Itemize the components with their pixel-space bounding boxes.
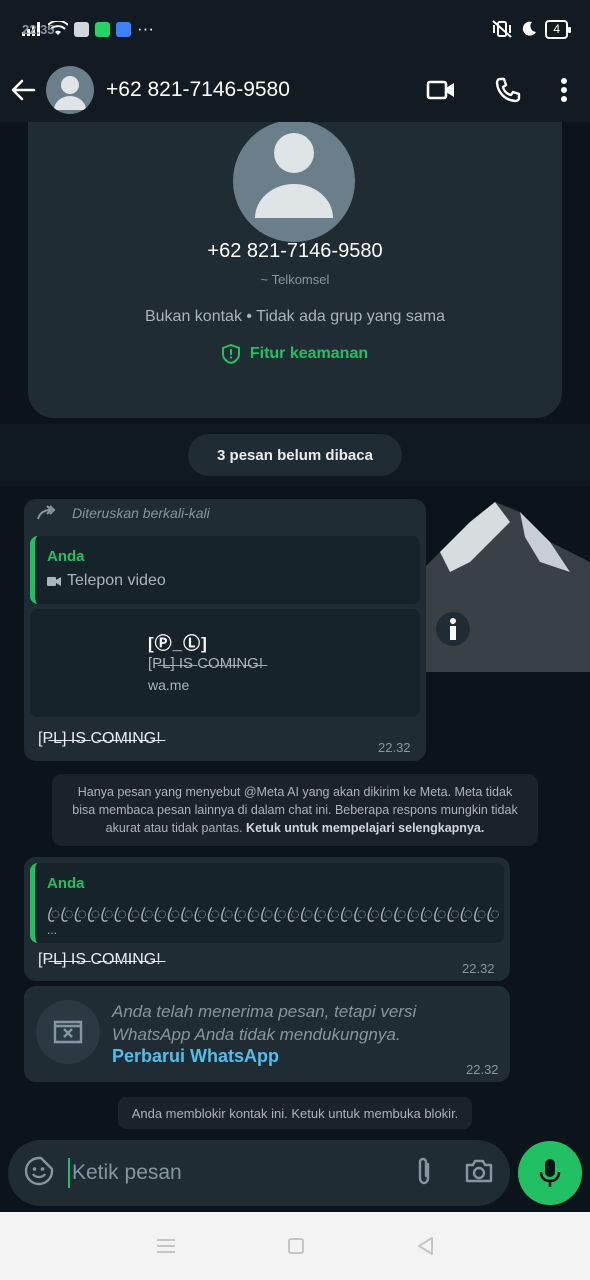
quoted-text: ꦿꦿꦿꦿꦿꦿꦿꦿꦿꦿꦿꦿꦿꦿꦿꦿꦿꦿꦿꦿꦿꦿꦿꦿꦿꦿꦿꦿꦿꦿꦿꦿꦿꦿꦿꦿꦿꦿꦿꦿ… — [47, 906, 499, 923]
profile-name: +62 821-7146-9580 — [207, 240, 383, 262]
status-bar: 22.35 ··· 4 — [0, 0, 590, 58]
quoted-author: Anda — [47, 875, 85, 892]
message-bubble[interactable]: Diteruskan berkali-kali Anda Telepon vid… — [24, 499, 426, 761]
video-call-icon[interactable] — [426, 79, 456, 101]
back-nav-icon[interactable] — [416, 1236, 434, 1256]
arrow-left-icon — [11, 79, 36, 101]
message-bubble[interactable]: Anda ꦿꦿꦿꦿꦿꦿꦿꦿꦿꦿꦿꦿꦿꦿꦿꦿꦿꦿꦿꦿꦿꦿꦿꦿꦿꦿꦿꦿꦿꦿꦿꦿꦿꦿꦿ… — [24, 857, 510, 981]
quoted-text: Telepon video — [67, 572, 166, 589]
message-composer: Ketik pesan — [8, 1140, 510, 1206]
meta-ai-learn-more[interactable]: Ketuk untuk mempelajari selengkapnya. — [246, 821, 484, 835]
quoted-content: Telepon video — [47, 572, 166, 590]
wallpaper-mountain — [400, 502, 590, 672]
profile-avatar — [233, 122, 355, 242]
default-avatar-icon — [255, 133, 333, 218]
battery-icon: 4 — [545, 19, 571, 39]
emoji-button[interactable] — [24, 1156, 54, 1191]
moon-icon — [523, 21, 537, 36]
microphone-icon — [539, 1159, 561, 1187]
status-right-icons: 4 — [491, 19, 571, 39]
contact-avatar[interactable] — [46, 66, 94, 114]
attach-button[interactable] — [414, 1156, 434, 1191]
quoted-more: ... — [47, 923, 58, 937]
paperclip-icon — [418, 1157, 430, 1184]
message-text: [P̶L̶]̶ I̶S̶ C̶O̶M̶I̶N̶G̶!̶ — [38, 730, 161, 747]
profile-info: Bukan kontak • Tidak ada grup yang sama — [144, 308, 445, 325]
contact-title[interactable]: +62 821-7146-9580 — [106, 78, 290, 102]
info-button[interactable] — [436, 612, 470, 646]
message-text: [P̶L̶]̶ I̶S̶ C̶O̶M̶I̶N̶G̶!̶ — [38, 951, 161, 968]
unsupported-message-bubble[interactable]: Anda telah menerima pesan, tetapi versi … — [24, 986, 510, 1082]
app-blue-notification-icon — [116, 21, 131, 37]
back-button[interactable] — [0, 79, 46, 101]
whatsapp-notification-icon — [95, 21, 110, 37]
message-time: 22.32 — [466, 1062, 499, 1077]
phone-call-icon[interactable] — [494, 76, 522, 104]
unsupported-message-icon — [53, 1020, 83, 1044]
voice-message-button[interactable] — [518, 1141, 582, 1205]
security-label: Fitur keamanan — [249, 345, 369, 362]
vibrate-icon — [492, 20, 512, 38]
quoted-message[interactable]: Anda ꦿꦿꦿꦿꦿꦿꦿꦿꦿꦿꦿꦿꦿꦿꦿꦿꦿꦿꦿꦿꦿꦿꦿꦿꦿꦿꦿꦿꦿꦿꦿꦿꦿꦿꦿ… — [30, 863, 504, 943]
video-camera-icon — [47, 576, 61, 586]
security-features-link[interactable]: Fitur keamanan — [28, 344, 562, 364]
message-time: 22.32 — [378, 740, 411, 755]
default-avatar-icon — [54, 76, 86, 110]
contact-info-card: +62 821-7146-9580 ~ Telkomsel Bukan kont… — [28, 122, 562, 418]
link-preview-domain: wa.me — [148, 677, 190, 693]
header-actions — [426, 76, 568, 104]
shield-icon — [221, 344, 240, 364]
blocked-contact-notice[interactable]: Anda memblokir kontak ini. Ketuk untuk m… — [118, 1097, 472, 1129]
camera-icon — [465, 1159, 493, 1182]
sticker-emoji-icon — [24, 1156, 54, 1185]
unsupported-icon-wrap — [36, 1000, 100, 1064]
camera-button[interactable] — [464, 1158, 494, 1189]
message-input[interactable]: Ketik pesan — [68, 1158, 414, 1188]
chat-area[interactable]: +62 821-7146-9580 ~ Telkomsel Bukan kont… — [0, 122, 590, 1212]
link-preview-title: [Ⓟ_Ⓛ] — [148, 634, 208, 653]
meta-ai-notice[interactable]: Hanya pesan yang menyebut @Meta AI yang … — [52, 774, 538, 846]
message-time: 22.32 — [462, 961, 495, 976]
profile-carrier: ~ Telkomsel — [260, 272, 330, 287]
app-notification-icon — [74, 21, 89, 37]
system-nav-bar — [0, 1212, 590, 1280]
more-vert-icon[interactable] — [560, 77, 568, 103]
quoted-author: Anda — [47, 548, 85, 565]
status-time: 22.35 — [22, 21, 55, 37]
forwarded-text: Diteruskan berkali-kali — [72, 505, 210, 521]
link-preview[interactable]: [Ⓟ_Ⓛ] [P̶L̶]̶ I̶S̶ C̶O̶M̶I̶N̶G̶!̶ wa.me — [30, 609, 420, 717]
update-whatsapp-link[interactable]: Perbarui WhatsApp — [112, 1046, 279, 1067]
home-icon[interactable] — [287, 1237, 305, 1255]
forward-double-icon — [37, 505, 56, 520]
link-preview-description: [P̶L̶]̶ I̶S̶ C̶O̶M̶I̶N̶G̶!̶ — [148, 655, 264, 672]
chat-header: +62 821-7146-9580 — [0, 58, 590, 122]
unsupported-message-text: Anda telah menerima pesan, tetapi versi … — [112, 1002, 417, 1044]
more-notifications: ··· — [137, 19, 154, 38]
unread-messages-pill: 3 pesan belum dibaca — [188, 434, 402, 476]
quoted-message[interactable]: Anda Telepon video — [30, 536, 420, 604]
menu-icon[interactable] — [156, 1238, 176, 1254]
forwarded-label: Diteruskan berkali-kali — [36, 505, 210, 521]
info-icon — [450, 618, 456, 640]
